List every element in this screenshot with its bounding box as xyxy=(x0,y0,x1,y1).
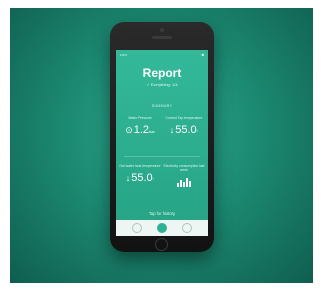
metric-number: 55.0 xyxy=(175,124,197,137)
metric-unit: bar xyxy=(149,129,155,135)
tab-report-icon[interactable] xyxy=(157,223,167,233)
metric-label: Electricity consumption last week xyxy=(163,164,205,173)
section-label: SUMMARY xyxy=(151,104,173,108)
divider xyxy=(124,156,200,157)
tab-home-icon[interactable] xyxy=(132,223,142,233)
metric-electricity[interactable]: Electricity consumption last week xyxy=(162,164,206,192)
status-subtitle: ✓ Everything: 1/4 xyxy=(146,82,178,87)
status-bar: ••••• ■ xyxy=(116,50,208,58)
metric-unit: ° xyxy=(196,129,199,135)
metric-label: Hot water tank temperature xyxy=(119,164,161,168)
battery-icon: ■ xyxy=(201,52,204,57)
camera-icon xyxy=(160,28,164,32)
thermometer-icon: ↓ xyxy=(169,125,175,136)
thermometer-icon: ↓ xyxy=(125,173,131,184)
history-link[interactable]: Tap for history xyxy=(116,211,208,216)
app-screen: ••••• ■ Report ✓ Everything: 1/4 SUMMARY… xyxy=(116,50,208,236)
metric-number: 1.2 xyxy=(133,124,150,137)
metric-tank-temperature[interactable]: Hot water tank temperature ↓55.0° xyxy=(118,164,162,184)
tab-settings-icon[interactable] xyxy=(182,223,192,233)
tab-bar xyxy=(116,220,208,236)
metric-water-pressure[interactable]: Water Pressure ⊙1.2bar xyxy=(118,116,162,136)
home-button[interactable] xyxy=(155,238,168,251)
metric-value: ↓55.0° xyxy=(118,172,162,184)
speaker-grill xyxy=(152,36,172,39)
metric-value: ⊙1.2bar xyxy=(118,124,162,136)
metric-unit: ° xyxy=(152,177,155,183)
metric-number: 55.0 xyxy=(131,172,153,185)
carrier-signal: ••••• xyxy=(120,52,128,57)
phone-device: ••••• ■ Report ✓ Everything: 1/4 SUMMARY… xyxy=(110,22,214,252)
bar-chart-icon xyxy=(177,178,191,188)
metric-label: Current Tap temperature xyxy=(165,116,203,120)
metric-tap-temperature[interactable]: Current Tap temperature ↓55.0° xyxy=(162,116,206,136)
gauge-icon: ⊙ xyxy=(125,125,133,136)
metric-label: Water Pressure xyxy=(128,116,152,120)
metric-value: ↓55.0° xyxy=(162,124,206,136)
page-title: Report xyxy=(142,66,182,80)
